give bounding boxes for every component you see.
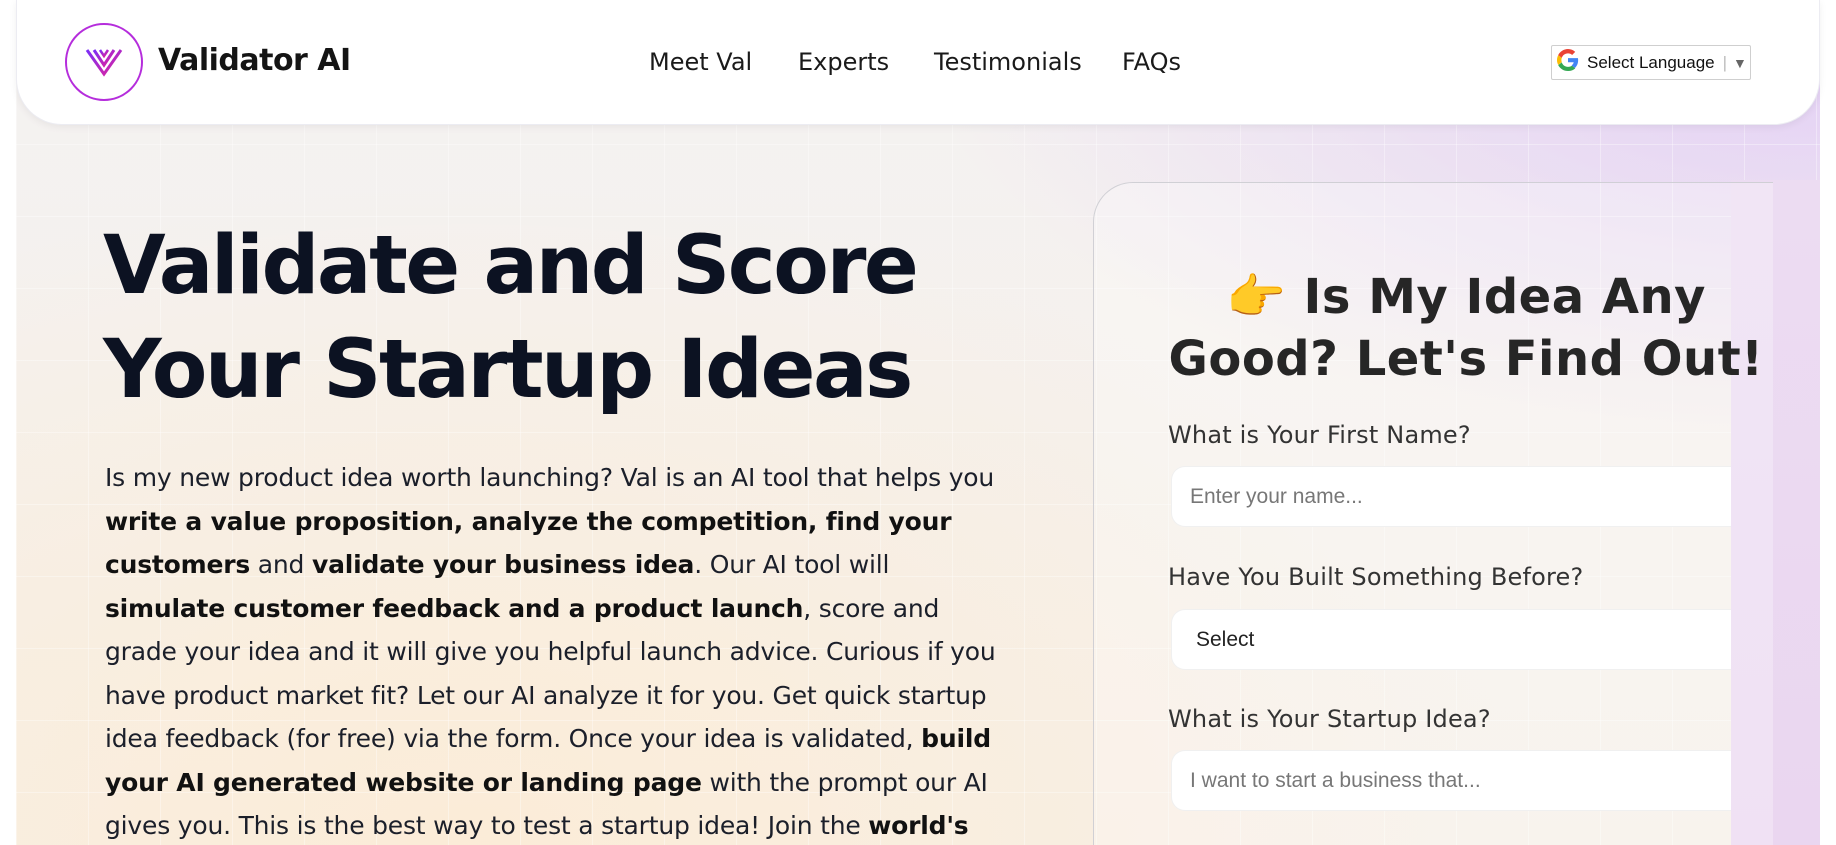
idea-field-wrapper [1171,750,1731,811]
pointing-hand-icon: 👉 [1226,269,1287,325]
divider: | [1722,52,1728,72]
hero-title-line1: Validate and Score [103,219,919,313]
language-select[interactable]: Select Language | ▼ [1551,45,1751,80]
site-header: Validator AI Meet Val Experts Testimonia… [16,0,1820,125]
form-title: 👉 Is My Idea Any Good? Let's Find Out! [1130,266,1802,390]
startup-idea-input[interactable] [1190,768,1731,793]
main-nav: Meet Val Experts Testimonials FAQs [17,48,1819,80]
hero-title: Validate and Score Your Startup Ideas [103,214,1003,422]
nav-experts[interactable]: Experts [798,48,889,76]
nav-testimonials[interactable]: Testimonials [934,48,1082,76]
built-before-label: Have You Built Something Before? [1168,563,1584,591]
hero-body-text: and [250,550,312,579]
built-before-value: Select [1196,627,1255,651]
caret-down-icon: ▼ [1733,54,1747,71]
startup-idea-label: What is Your Startup Idea? [1168,705,1491,733]
hero-body-text: Is my new product idea worth launching? … [105,463,995,492]
built-before-select[interactable]: Select [1171,609,1731,670]
hero-title-line2: Your Startup Ideas [103,323,913,417]
form-title-line2: Good? Let's Find Out! [1168,331,1764,387]
language-select-label: Select Language [1587,52,1715,72]
first-name-input[interactable] [1190,484,1731,509]
hero-description: Is my new product idea worth launching? … [105,456,1011,845]
nav-faqs[interactable]: FAQs [1122,48,1181,76]
hero-body-emphasis: validate your business idea [311,550,695,579]
hero-body-text: . Our AI tool will [694,550,890,579]
hero-body-emphasis: world's [868,811,969,840]
name-field-wrapper [1171,466,1731,527]
google-icon [1557,49,1579,76]
nav-meet-val[interactable]: Meet Val [649,48,752,76]
hero-body-emphasis: simulate customer feedback and a product… [105,593,804,623]
name-label: What is Your First Name? [1168,421,1471,449]
form-title-line1: Is My Idea Any [1303,269,1706,325]
